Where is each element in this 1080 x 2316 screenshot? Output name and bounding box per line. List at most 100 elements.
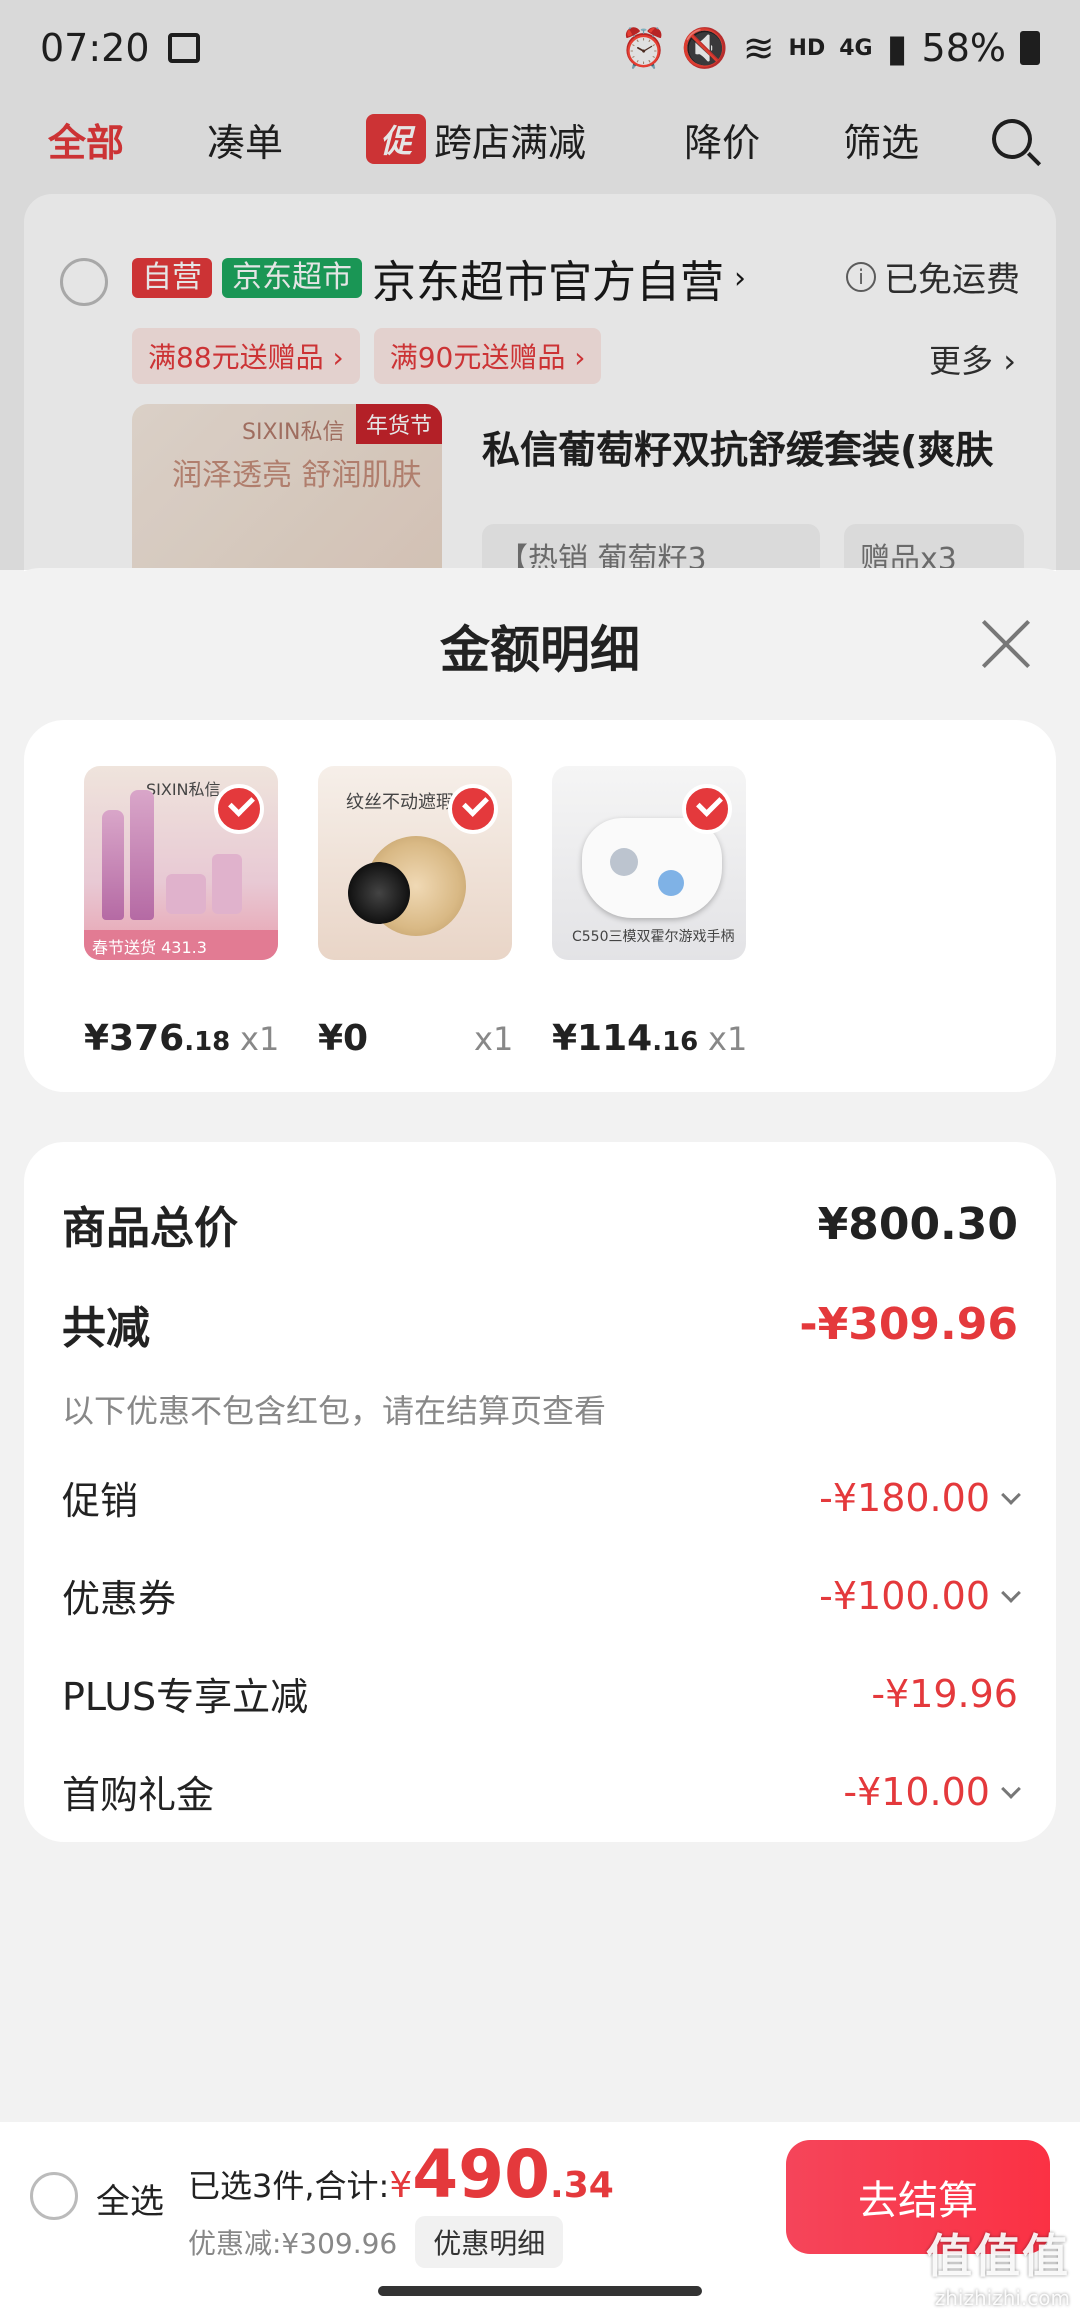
promo-value-wrap: -¥180.00 (819, 1475, 1021, 1520)
discount-detail-button[interactable]: 优惠明细 (415, 2216, 564, 2268)
status-bar: 07:20 ⏰ 🔇 ≋ HD 4G ▮ 58% (0, 0, 1080, 96)
goods-total-value: ¥800.30 (817, 1198, 1018, 1250)
self-operated-tag: 自营 (132, 258, 212, 298)
check-icon[interactable] (448, 784, 498, 834)
tab-all[interactable]: 全部 (48, 112, 207, 167)
battery-icon (1020, 31, 1040, 65)
price-summary-card: 商品总价 ¥800.30 共减 -¥309.96 以下优惠不包含红包，请在结算页… (24, 1142, 1056, 1842)
first-purchase-value-wrap: -¥10.00 (843, 1769, 1021, 1814)
search-icon[interactable] (992, 119, 1032, 159)
item-price: ¥114.16 (552, 1018, 699, 1059)
more-link[interactable]: 更多 › (929, 336, 1016, 382)
item-price: ¥0 (318, 1018, 369, 1059)
product-title[interactable]: 私信葡萄籽双抗舒缓套装(爽肤 (482, 419, 993, 474)
item-thumbnail: SIXIN私信 春节送货 431.3 (84, 766, 278, 960)
first-purchase-row[interactable]: 首购礼金 -¥10.00 (62, 1764, 1021, 1819)
stick-shape (658, 870, 684, 896)
store-name: 京东超市官方自营 (372, 257, 724, 308)
info-icon[interactable]: i (846, 261, 876, 292)
first-purchase-value: -¥10.00 (843, 1769, 990, 1814)
thumb-brand: SIXIN私信 (242, 420, 345, 445)
store-header[interactable]: 自营 京东超市 京东超市官方自营 › (132, 246, 746, 310)
coupon-chip[interactable]: 满88元送赠品 › (132, 328, 360, 384)
store-coupons: 满88元送赠品 › 满90元送赠品 › (132, 328, 602, 384)
item-card[interactable]: 纹丝不动遮瑕膏 ¥0 x1 (318, 766, 538, 1059)
plus-row: PLUS专享立减 -¥19.96 (62, 1666, 1018, 1721)
store-select-radio[interactable] (60, 258, 108, 306)
jar-shape (212, 854, 242, 914)
jar-shape (166, 874, 206, 914)
thumb-badge: 年货节 (355, 404, 442, 444)
network-label: 4G (839, 35, 873, 61)
free-shipping-label: 已免运费 (884, 260, 1020, 300)
promo-row[interactable]: 促销 -¥180.00 (62, 1470, 1021, 1525)
discount-text: 优惠减:¥309.96 (188, 2227, 398, 2260)
total-currency: ¥ (389, 2165, 413, 2206)
cushion-dark-shape (348, 862, 410, 924)
stick-shape (610, 848, 638, 876)
tab-price-drop[interactable]: 降价 (684, 112, 843, 167)
thumb-slogan: 润泽透亮 舒润肌肤 (172, 458, 422, 493)
chevron-right-icon: › (734, 260, 746, 296)
items-card: SIXIN私信 春节送货 431.3 ¥376.18 x1 纹丝不动遮瑕膏 ¥0… (24, 720, 1056, 1092)
total-reduce-row: 共减 -¥309.96 (62, 1292, 1018, 1356)
select-all-radio[interactable] (30, 2172, 78, 2220)
check-icon[interactable] (214, 784, 264, 834)
item-quantity: x1 (708, 1020, 748, 1058)
image-icon (167, 33, 200, 63)
chevron-down-icon[interactable] (1001, 1778, 1021, 1799)
total-decimal: .34 (550, 2165, 614, 2206)
free-shipping: i 已免运费 (846, 252, 1020, 301)
item-quantity: x1 (240, 1020, 280, 1058)
coupon-label: 优惠券 (62, 1577, 177, 1621)
cart-tabs: 全部 凑单 促 跨店满减 降价 筛选 (0, 96, 1080, 182)
coupon-chip[interactable]: 满90元送赠品 › (373, 328, 602, 384)
home-bar[interactable] (378, 2286, 702, 2296)
discount-note: 以下优惠不包含红包，请在结算页查看 (62, 1392, 607, 1430)
promo-tag: 促 (366, 114, 427, 164)
wifi-icon: ≋ (742, 26, 775, 70)
jd-market-tag: 京东超市 (222, 258, 362, 298)
select-all-label[interactable]: 全选 (96, 2174, 164, 2223)
watermark: 值值值 zhizhizhi.com (926, 2220, 1070, 2310)
total-integer: 490 (412, 2136, 551, 2213)
selected-total: 已选3件,合计: ¥ 490 .34 (188, 2142, 614, 2208)
plus-label: PLUS专享立减 (62, 1675, 309, 1719)
promo-label: 促销 (62, 1479, 139, 1523)
status-right: ⏰ 🔇 ≋ HD 4G ▮ 58% (620, 26, 1040, 71)
first-purchase-label: 首购礼金 (62, 1773, 215, 1817)
amount-detail-sheet: 金额明细 SIXIN私信 春节送货 431.3 ¥376.18 x1 纹丝不动遮… (0, 568, 1080, 2122)
total-reduce-value: -¥309.96 (799, 1298, 1018, 1350)
bottle-shape (130, 790, 154, 920)
tab-cross-store[interactable]: 促 跨店满减 (366, 112, 684, 167)
chevron-down-icon[interactable] (1001, 1484, 1021, 1505)
item-price: ¥376.18 (84, 1018, 231, 1059)
item-card[interactable]: SIXIN私信 春节送货 431.3 ¥376.18 x1 (84, 766, 304, 1059)
thumb-caption: C550三模双霍尔游戏手柄 (572, 929, 735, 945)
goods-total-row: 商品总价 ¥800.30 (62, 1192, 1018, 1256)
mute-icon: 🔇 (681, 25, 729, 70)
chevron-down-icon[interactable] (1001, 1582, 1021, 1603)
tab-cou-dan[interactable]: 凑单 (207, 112, 366, 167)
home-indicator (0, 2270, 1080, 2316)
coupon-row[interactable]: 优惠券 -¥100.00 (62, 1568, 1021, 1623)
item-card[interactable]: C550三模双霍尔游戏手柄 ¥114.16 x1 (552, 766, 772, 1059)
cart-page-background: 全部 凑单 促 跨店满减 降价 筛选 自营 京东超市 京东超市官方自营 › i … (0, 96, 1080, 614)
item-quantity: x1 (474, 1020, 514, 1058)
selected-text: 已选3件,合计: (188, 2167, 390, 2205)
thumb-footer: 春节送货 431.3 (84, 930, 278, 960)
battery-percent: 58% (921, 26, 1006, 70)
bottle-shape (102, 810, 124, 920)
plus-value: -¥19.96 (871, 1671, 1018, 1716)
item-thumbnail: 纹丝不动遮瑕膏 (318, 766, 512, 960)
thumb-caption: SIXIN私信 (146, 780, 221, 799)
tab-filter[interactable]: 筛选 (843, 112, 992, 167)
goods-total-label: 商品总价 (62, 1203, 238, 1254)
check-icon[interactable] (682, 784, 732, 834)
checkout-bar: 全选 已选3件,合计: ¥ 490 .34 优惠减:¥309.96 优惠明细 去… (0, 2122, 1080, 2270)
watermark-logo: 值值值 (926, 2229, 1070, 2283)
status-time: 07:20 (40, 26, 150, 70)
close-icon[interactable] (980, 618, 1032, 670)
promo-value: -¥180.00 (819, 1475, 990, 1520)
alarm-icon: ⏰ (620, 25, 668, 70)
